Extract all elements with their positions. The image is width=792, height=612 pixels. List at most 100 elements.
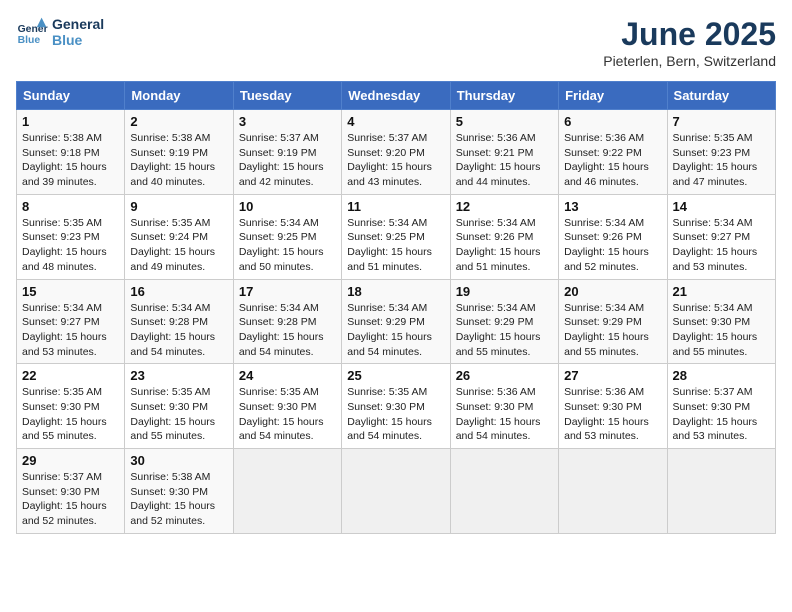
day-info: Sunrise: 5:38 AMSunset: 9:19 PMDaylight:…	[130, 131, 227, 190]
day-info: Sunrise: 5:38 AMSunset: 9:30 PMDaylight:…	[130, 470, 227, 529]
calendar-cell	[667, 449, 775, 534]
day-number: 4	[347, 114, 444, 129]
logo: General Blue General Blue	[16, 16, 104, 48]
day-number: 9	[130, 199, 227, 214]
day-number: 13	[564, 199, 661, 214]
calendar-cell: 3 Sunrise: 5:37 AMSunset: 9:19 PMDayligh…	[233, 110, 341, 195]
col-header-tuesday: Tuesday	[233, 82, 341, 110]
day-number: 7	[673, 114, 770, 129]
day-info: Sunrise: 5:34 AMSunset: 9:28 PMDaylight:…	[130, 301, 227, 360]
day-number: 5	[456, 114, 553, 129]
day-info: Sunrise: 5:37 AMSunset: 9:30 PMDaylight:…	[673, 385, 770, 444]
calendar-cell: 28 Sunrise: 5:37 AMSunset: 9:30 PMDaylig…	[667, 364, 775, 449]
week-row-3: 15 Sunrise: 5:34 AMSunset: 9:27 PMDaylig…	[17, 279, 776, 364]
calendar-cell: 24 Sunrise: 5:35 AMSunset: 9:30 PMDaylig…	[233, 364, 341, 449]
day-info: Sunrise: 5:34 AMSunset: 9:29 PMDaylight:…	[347, 301, 444, 360]
week-row-1: 1 Sunrise: 5:38 AMSunset: 9:18 PMDayligh…	[17, 110, 776, 195]
day-info: Sunrise: 5:34 AMSunset: 9:27 PMDaylight:…	[22, 301, 119, 360]
column-headers-row: SundayMondayTuesdayWednesdayThursdayFrid…	[17, 82, 776, 110]
calendar-cell: 27 Sunrise: 5:36 AMSunset: 9:30 PMDaylig…	[559, 364, 667, 449]
page-header: General Blue General Blue June 2025 Piet…	[16, 16, 776, 69]
day-number: 21	[673, 284, 770, 299]
day-info: Sunrise: 5:35 AMSunset: 9:24 PMDaylight:…	[130, 216, 227, 275]
col-header-friday: Friday	[559, 82, 667, 110]
day-info: Sunrise: 5:35 AMSunset: 9:23 PMDaylight:…	[673, 131, 770, 190]
day-info: Sunrise: 5:36 AMSunset: 9:30 PMDaylight:…	[456, 385, 553, 444]
day-number: 3	[239, 114, 336, 129]
day-number: 2	[130, 114, 227, 129]
day-info: Sunrise: 5:35 AMSunset: 9:30 PMDaylight:…	[130, 385, 227, 444]
week-row-2: 8 Sunrise: 5:35 AMSunset: 9:23 PMDayligh…	[17, 194, 776, 279]
calendar-cell	[233, 449, 341, 534]
calendar-cell: 26 Sunrise: 5:36 AMSunset: 9:30 PMDaylig…	[450, 364, 558, 449]
day-info: Sunrise: 5:34 AMSunset: 9:27 PMDaylight:…	[673, 216, 770, 275]
day-info: Sunrise: 5:37 AMSunset: 9:20 PMDaylight:…	[347, 131, 444, 190]
day-info: Sunrise: 5:35 AMSunset: 9:30 PMDaylight:…	[22, 385, 119, 444]
calendar-cell: 5 Sunrise: 5:36 AMSunset: 9:21 PMDayligh…	[450, 110, 558, 195]
calendar-cell: 20 Sunrise: 5:34 AMSunset: 9:29 PMDaylig…	[559, 279, 667, 364]
calendar-cell: 18 Sunrise: 5:34 AMSunset: 9:29 PMDaylig…	[342, 279, 450, 364]
day-number: 10	[239, 199, 336, 214]
day-number: 1	[22, 114, 119, 129]
calendar-cell: 12 Sunrise: 5:34 AMSunset: 9:26 PMDaylig…	[450, 194, 558, 279]
day-info: Sunrise: 5:34 AMSunset: 9:29 PMDaylight:…	[456, 301, 553, 360]
day-info: Sunrise: 5:37 AMSunset: 9:19 PMDaylight:…	[239, 131, 336, 190]
title-block: June 2025 Pieterlen, Bern, Switzerland	[603, 16, 776, 69]
week-row-5: 29 Sunrise: 5:37 AMSunset: 9:30 PMDaylig…	[17, 449, 776, 534]
day-info: Sunrise: 5:37 AMSunset: 9:30 PMDaylight:…	[22, 470, 119, 529]
day-info: Sunrise: 5:38 AMSunset: 9:18 PMDaylight:…	[22, 131, 119, 190]
calendar-cell: 17 Sunrise: 5:34 AMSunset: 9:28 PMDaylig…	[233, 279, 341, 364]
day-number: 11	[347, 199, 444, 214]
day-number: 14	[673, 199, 770, 214]
day-info: Sunrise: 5:34 AMSunset: 9:29 PMDaylight:…	[564, 301, 661, 360]
col-header-sunday: Sunday	[17, 82, 125, 110]
day-number: 27	[564, 368, 661, 383]
day-info: Sunrise: 5:35 AMSunset: 9:30 PMDaylight:…	[347, 385, 444, 444]
location: Pieterlen, Bern, Switzerland	[603, 53, 776, 69]
month-title: June 2025	[603, 16, 776, 53]
calendar-cell: 2 Sunrise: 5:38 AMSunset: 9:19 PMDayligh…	[125, 110, 233, 195]
logo-line2: Blue	[52, 32, 104, 48]
day-info: Sunrise: 5:36 AMSunset: 9:30 PMDaylight:…	[564, 385, 661, 444]
day-number: 22	[22, 368, 119, 383]
day-number: 28	[673, 368, 770, 383]
day-number: 12	[456, 199, 553, 214]
calendar-cell: 16 Sunrise: 5:34 AMSunset: 9:28 PMDaylig…	[125, 279, 233, 364]
calendar-cell: 25 Sunrise: 5:35 AMSunset: 9:30 PMDaylig…	[342, 364, 450, 449]
calendar-cell: 19 Sunrise: 5:34 AMSunset: 9:29 PMDaylig…	[450, 279, 558, 364]
day-info: Sunrise: 5:34 AMSunset: 9:28 PMDaylight:…	[239, 301, 336, 360]
day-info: Sunrise: 5:34 AMSunset: 9:25 PMDaylight:…	[239, 216, 336, 275]
day-number: 20	[564, 284, 661, 299]
day-info: Sunrise: 5:35 AMSunset: 9:30 PMDaylight:…	[239, 385, 336, 444]
calendar-cell: 9 Sunrise: 5:35 AMSunset: 9:24 PMDayligh…	[125, 194, 233, 279]
day-number: 25	[347, 368, 444, 383]
col-header-saturday: Saturday	[667, 82, 775, 110]
calendar-cell: 29 Sunrise: 5:37 AMSunset: 9:30 PMDaylig…	[17, 449, 125, 534]
calendar-cell: 11 Sunrise: 5:34 AMSunset: 9:25 PMDaylig…	[342, 194, 450, 279]
day-number: 16	[130, 284, 227, 299]
day-number: 30	[130, 453, 227, 468]
calendar-cell: 1 Sunrise: 5:38 AMSunset: 9:18 PMDayligh…	[17, 110, 125, 195]
calendar-cell: 7 Sunrise: 5:35 AMSunset: 9:23 PMDayligh…	[667, 110, 775, 195]
day-number: 15	[22, 284, 119, 299]
day-number: 8	[22, 199, 119, 214]
calendar-cell: 4 Sunrise: 5:37 AMSunset: 9:20 PMDayligh…	[342, 110, 450, 195]
calendar-cell: 30 Sunrise: 5:38 AMSunset: 9:30 PMDaylig…	[125, 449, 233, 534]
calendar-cell: 14 Sunrise: 5:34 AMSunset: 9:27 PMDaylig…	[667, 194, 775, 279]
day-number: 17	[239, 284, 336, 299]
calendar-cell: 10 Sunrise: 5:34 AMSunset: 9:25 PMDaylig…	[233, 194, 341, 279]
day-number: 18	[347, 284, 444, 299]
calendar-cell: 8 Sunrise: 5:35 AMSunset: 9:23 PMDayligh…	[17, 194, 125, 279]
calendar-cell: 15 Sunrise: 5:34 AMSunset: 9:27 PMDaylig…	[17, 279, 125, 364]
day-info: Sunrise: 5:34 AMSunset: 9:25 PMDaylight:…	[347, 216, 444, 275]
day-number: 26	[456, 368, 553, 383]
calendar-cell: 13 Sunrise: 5:34 AMSunset: 9:26 PMDaylig…	[559, 194, 667, 279]
day-number: 19	[456, 284, 553, 299]
calendar-cell: 21 Sunrise: 5:34 AMSunset: 9:30 PMDaylig…	[667, 279, 775, 364]
day-number: 6	[564, 114, 661, 129]
calendar-cell: 23 Sunrise: 5:35 AMSunset: 9:30 PMDaylig…	[125, 364, 233, 449]
day-info: Sunrise: 5:34 AMSunset: 9:30 PMDaylight:…	[673, 301, 770, 360]
calendar-cell	[450, 449, 558, 534]
calendar-cell	[342, 449, 450, 534]
col-header-thursday: Thursday	[450, 82, 558, 110]
